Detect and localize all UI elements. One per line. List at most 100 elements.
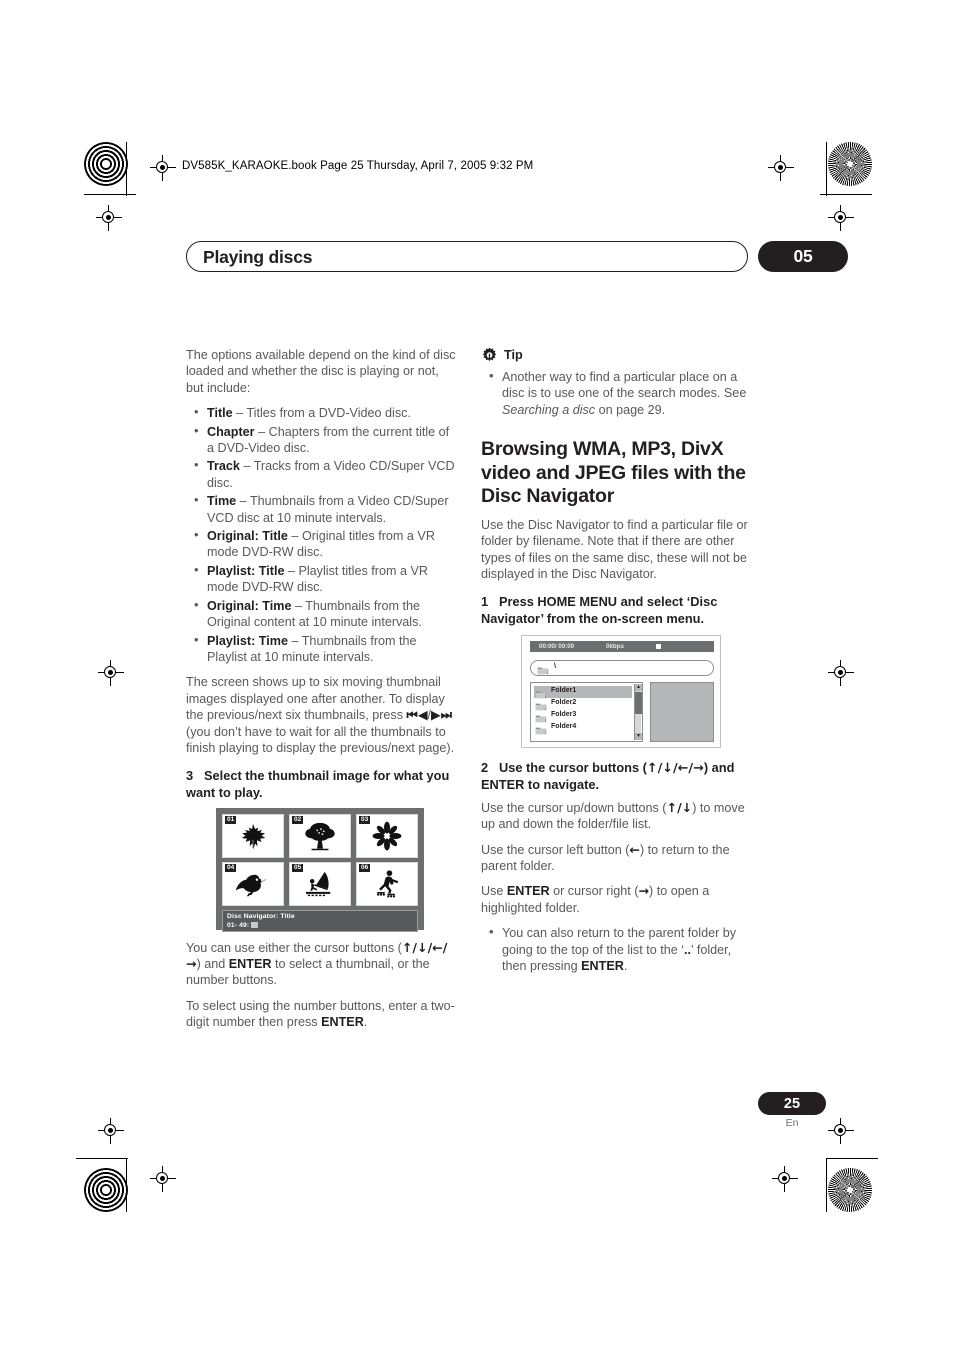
- print-rosette-top-right: [828, 142, 872, 186]
- registration-mark-mid-left: [98, 660, 124, 686]
- list-item: You can also return to the parent folder…: [481, 924, 753, 974]
- step-2-text-a: Use the cursor buttons (: [499, 759, 647, 775]
- enter-button-label: ENTER: [581, 958, 624, 973]
- thumbnail-cell: 01: [222, 813, 284, 858]
- print-rosette-bottom-right: [828, 1168, 872, 1212]
- list-item: Playlist: Time – Thumbnails from the Pla…: [186, 632, 458, 666]
- right-column: Tip Another way to find a particular pla…: [481, 347, 753, 983]
- number-text-b: .: [363, 1015, 368, 1030]
- parent-text-c: .: [623, 958, 628, 973]
- thumbnail-caption-title: Disc Navigator: Title: [227, 912, 295, 920]
- navigator-stop-icon: [656, 643, 661, 649]
- updown-glyphs: ↑/↓: [666, 799, 693, 815]
- tip-label: Tip: [504, 348, 523, 363]
- navigator-path-bar: \: [530, 659, 714, 676]
- option-term: Chapter: [207, 424, 255, 439]
- registration-mark-mid-right: [828, 660, 854, 686]
- cursor-buttons-paragraph: You can use either the cursor buttons (↑…: [186, 940, 458, 989]
- step-3-heading: 3 Select the thumbnail image for what you…: [186, 768, 458, 801]
- option-term: Playlist: Title: [207, 563, 285, 578]
- thumbnail-row-1: 01 02 03: [222, 813, 418, 858]
- navigator-folder-item[interactable]: Folder1: [534, 685, 632, 699]
- navigator-folder-item[interactable]: Folder4: [534, 722, 632, 735]
- navigator-scrollbar[interactable]: ▲ ▼: [634, 683, 642, 740]
- list-item: Original: Time – Thumbnails from the Ori…: [186, 597, 458, 631]
- thumbnail-cell: 03: [356, 813, 418, 858]
- folder-icon: [537, 663, 549, 675]
- windsurfer-icon: [306, 871, 331, 896]
- option-term: Original: Time: [207, 598, 292, 613]
- tip-heading: Tip: [481, 347, 753, 364]
- thumbnail-cell: 02: [289, 813, 351, 858]
- number-buttons-paragraph: To select using the number buttons, ente…: [186, 998, 458, 1031]
- print-rosette-bottom-left: [84, 1168, 128, 1212]
- thumbnail-number: 06: [359, 863, 371, 872]
- enter-paragraph: Use ENTER or cursor right (→) to open a …: [481, 883, 753, 916]
- print-rosette-top-left: [84, 142, 128, 186]
- cross-reference-title: Searching a disc: [502, 402, 596, 417]
- thumbnail-grid-figure: 01 02 03 04 05 06 Disc Navigator: Title …: [216, 807, 424, 932]
- crop-mark-top-left-h: [84, 194, 136, 196]
- registration-mark-upper-right: [828, 205, 854, 231]
- crop-mark-bottom-right-h: [826, 1158, 878, 1160]
- thumbnail-caption-bar: Disc Navigator: Title 01- 49:: [222, 909, 418, 932]
- step-3-number: 3: [186, 768, 194, 784]
- thumbnail-number: 05: [292, 863, 304, 872]
- thumbnail-cell: 04: [222, 861, 284, 906]
- step-2-heading: 2 Use the cursor buttons (↑/↓/←/→) and EN…: [481, 760, 753, 794]
- thumbnail-row-2: 04 05 06: [222, 861, 418, 906]
- list-item: Title – Titles from a DVD-Video disc.: [186, 404, 458, 421]
- navigator-folder-item[interactable]: Folder2: [534, 698, 632, 711]
- option-desc: – Thumbnails from a Video CD/Super VCD d…: [207, 494, 449, 525]
- page-title: Playing discs: [203, 247, 313, 267]
- thumbnail-number: 03: [359, 815, 371, 824]
- enter-button-label: ENTER: [506, 884, 550, 899]
- navigator-folder-item[interactable]: Folder3: [534, 710, 632, 723]
- maple-leaf-icon: [241, 823, 266, 849]
- registration-mark-top-right: [768, 155, 794, 181]
- enter-text-b: or cursor right (: [549, 884, 639, 899]
- navigator-path-text: \: [554, 663, 556, 671]
- parent-folder-bullet-list: You can also return to the parent folder…: [481, 924, 753, 974]
- six-thumbnails-text-b: (you don’t have to wait for all the thum…: [186, 724, 455, 755]
- enter-text-a: Use: [481, 884, 507, 899]
- option-term: Playlist: Time: [207, 633, 288, 648]
- updown-paragraph: Use the cursor up/down buttons (↑/↓) to …: [481, 800, 753, 833]
- folder-icon: [535, 723, 547, 735]
- section-intro-paragraph: Use the Disc Navigator to find a particu…: [481, 517, 748, 581]
- scrollbar-thumb[interactable]: [635, 691, 642, 714]
- folder-icon: [535, 687, 547, 699]
- prev-track-icon: ⏮◀: [406, 707, 428, 723]
- tree-icon: [305, 822, 335, 850]
- options-list: Title – Titles from a DVD-Video disc. Ch…: [186, 404, 458, 666]
- cursor-left-glyph: ←: [629, 841, 640, 857]
- folder-icon: [535, 711, 547, 723]
- registration-mark-upper-left: [96, 205, 122, 231]
- tip-text-a: Another way to find a particular place o…: [502, 370, 747, 401]
- thumbnail-cell: 06: [356, 861, 418, 906]
- crop-mark-bottom-left-v: [126, 1158, 128, 1212]
- list-item: Original: Title – Original titles from a…: [186, 527, 458, 561]
- navigator-folder-label: Folder4: [551, 723, 577, 731]
- thumbnail-cell: 05: [289, 861, 351, 906]
- left-text-a: Use the cursor left button (: [481, 842, 630, 857]
- thumbnail-number: 02: [292, 815, 304, 824]
- scroll-down-arrow-icon[interactable]: ▼: [635, 732, 642, 740]
- cursor-right-glyph: →: [638, 883, 650, 899]
- registration-mark-top-left: [150, 155, 176, 181]
- scroll-up-arrow-icon[interactable]: ▲: [635, 683, 642, 691]
- crop-mark-bottom-left-h: [76, 1158, 128, 1160]
- next-track-icon: ▶⏭: [431, 707, 453, 723]
- step-1-heading: 1 Press HOME MENU and select ‘Disc Naviga…: [481, 594, 753, 627]
- navigator-status-bar: 00:00/ 00:00 0kbps: [530, 640, 714, 652]
- step-1-number: 1: [481, 594, 489, 610]
- gear-icon: [481, 347, 498, 364]
- six-thumbnails-paragraph: The screen shows up to six moving thumbn…: [186, 674, 458, 756]
- thumbnail-number: 01: [225, 815, 237, 824]
- list-item: Chapter – Chapters from the current titl…: [186, 423, 458, 457]
- tip-bullet-list: Another way to find a particular place o…: [481, 368, 753, 418]
- option-term: Title: [207, 406, 233, 421]
- registration-mark-bottom-right: [772, 1166, 798, 1192]
- option-desc: – Tracks from a Video CD/Super VCD disc.: [207, 459, 455, 490]
- crop-mark-top-left-v: [126, 142, 128, 196]
